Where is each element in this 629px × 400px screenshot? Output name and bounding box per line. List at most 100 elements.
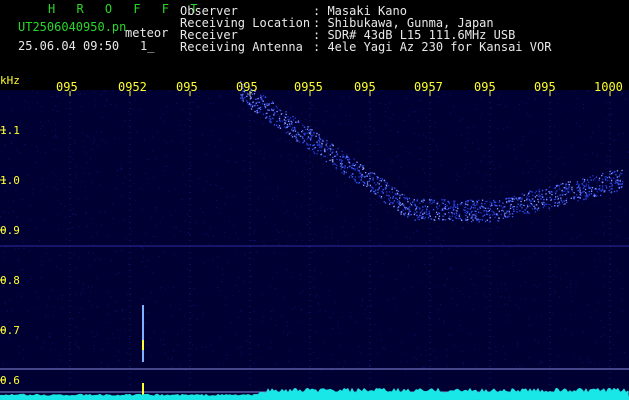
signal-dot bbox=[424, 218, 426, 220]
noise-dot bbox=[490, 107, 492, 109]
noise-dot bbox=[274, 288, 276, 289]
signal-dot bbox=[367, 173, 369, 176]
signal-dot bbox=[335, 167, 337, 169]
noise-dot bbox=[67, 134, 69, 136]
noise-dot bbox=[115, 274, 117, 276]
noise-dot bbox=[339, 343, 341, 345]
signal-dot bbox=[456, 203, 459, 206]
noise-dot bbox=[74, 165, 76, 167]
noise-dot bbox=[603, 232, 605, 234]
noise-dot bbox=[345, 123, 347, 125]
noise-dot bbox=[467, 151, 469, 152]
noise-dot bbox=[72, 227, 74, 229]
noise-dot bbox=[485, 296, 487, 298]
noise-dot bbox=[182, 263, 184, 265]
signal-dot bbox=[465, 201, 467, 203]
noise-dot bbox=[230, 322, 232, 324]
noise-dot bbox=[106, 100, 108, 102]
noise-dot bbox=[242, 109, 244, 111]
signal-dot bbox=[391, 191, 394, 193]
noise-dot bbox=[184, 315, 186, 317]
noise-dot bbox=[217, 154, 218, 156]
noise-dot bbox=[44, 152, 46, 154]
noise-dot bbox=[356, 141, 358, 143]
signal-dot bbox=[545, 193, 547, 195]
signal-dot bbox=[585, 192, 587, 194]
noise-dot bbox=[369, 116, 371, 118]
signal-dot bbox=[419, 202, 421, 204]
noise-dot bbox=[124, 329, 126, 331]
signal-dot bbox=[343, 156, 345, 158]
signal-dot bbox=[609, 182, 611, 184]
signal-dot bbox=[521, 207, 523, 209]
signal-dot bbox=[409, 202, 412, 204]
signal-dot bbox=[607, 180, 609, 182]
signal-dot bbox=[502, 207, 504, 209]
signal-dot bbox=[477, 208, 479, 210]
noise-dot bbox=[151, 292, 152, 294]
noise-dot bbox=[81, 181, 83, 183]
noise-dot bbox=[374, 198, 376, 200]
signal-dot bbox=[585, 183, 588, 185]
noise-dot bbox=[378, 333, 380, 335]
signal-dot bbox=[523, 204, 525, 207]
noise-dot bbox=[118, 337, 120, 339]
noise-dot bbox=[40, 189, 42, 191]
noise-dot bbox=[521, 365, 523, 367]
noise-dot bbox=[479, 116, 481, 118]
noise-dot bbox=[498, 266, 500, 268]
noise-dot bbox=[533, 284, 535, 286]
noise-dot bbox=[616, 235, 618, 236]
signal-dot bbox=[466, 216, 469, 218]
signal-dot bbox=[584, 179, 586, 181]
signal-dot bbox=[256, 110, 258, 112]
noise-dot bbox=[625, 98, 627, 100]
noise-dot bbox=[125, 237, 127, 239]
signal-dot bbox=[249, 105, 252, 107]
signal-dot bbox=[294, 135, 296, 137]
time-tick: 0955 bbox=[294, 80, 323, 94]
noise-dot bbox=[600, 181, 602, 182]
signal-dot bbox=[404, 206, 406, 209]
noise-dot bbox=[52, 109, 54, 111]
noise-dot bbox=[453, 344, 455, 346]
noise-dot bbox=[591, 168, 593, 170]
signal-dot bbox=[467, 210, 469, 213]
signal-dot bbox=[502, 217, 504, 219]
noise-dot bbox=[229, 237, 231, 239]
noise-dot bbox=[178, 365, 180, 367]
noise-dot bbox=[623, 352, 625, 353]
signal-dot bbox=[367, 184, 369, 186]
noise-dot bbox=[500, 283, 502, 285]
signal-dot bbox=[246, 95, 248, 97]
noise-dot bbox=[504, 105, 506, 107]
signal-dot bbox=[567, 191, 569, 193]
signal-dot bbox=[403, 214, 406, 216]
noise-dot bbox=[162, 120, 164, 122]
noise-dot bbox=[594, 362, 595, 364]
noise-dot bbox=[370, 205, 372, 206]
noise-dot bbox=[167, 357, 169, 359]
signal-dot bbox=[268, 103, 270, 105]
noise-dot bbox=[253, 230, 255, 232]
noise-dot bbox=[401, 341, 403, 343]
noise-dot bbox=[210, 130, 212, 132]
noise-dot bbox=[150, 337, 152, 339]
signal-dot bbox=[451, 215, 453, 217]
signal-dot bbox=[569, 181, 571, 183]
noise-dot bbox=[350, 248, 351, 250]
noise-dot bbox=[420, 353, 422, 355]
noise-dot bbox=[93, 142, 94, 144]
signal-dot bbox=[472, 207, 475, 209]
signal-dot bbox=[407, 214, 409, 216]
signal-dot bbox=[253, 105, 255, 107]
noise-dot bbox=[242, 169, 244, 171]
noise-dot bbox=[411, 92, 413, 94]
signal-dot bbox=[606, 187, 608, 189]
signal-dot bbox=[471, 221, 473, 223]
noise-dot bbox=[65, 238, 67, 240]
noise-dot bbox=[219, 96, 221, 98]
noise-dot bbox=[529, 116, 530, 118]
noise-dot bbox=[295, 171, 297, 173]
signal-dot bbox=[617, 179, 619, 181]
